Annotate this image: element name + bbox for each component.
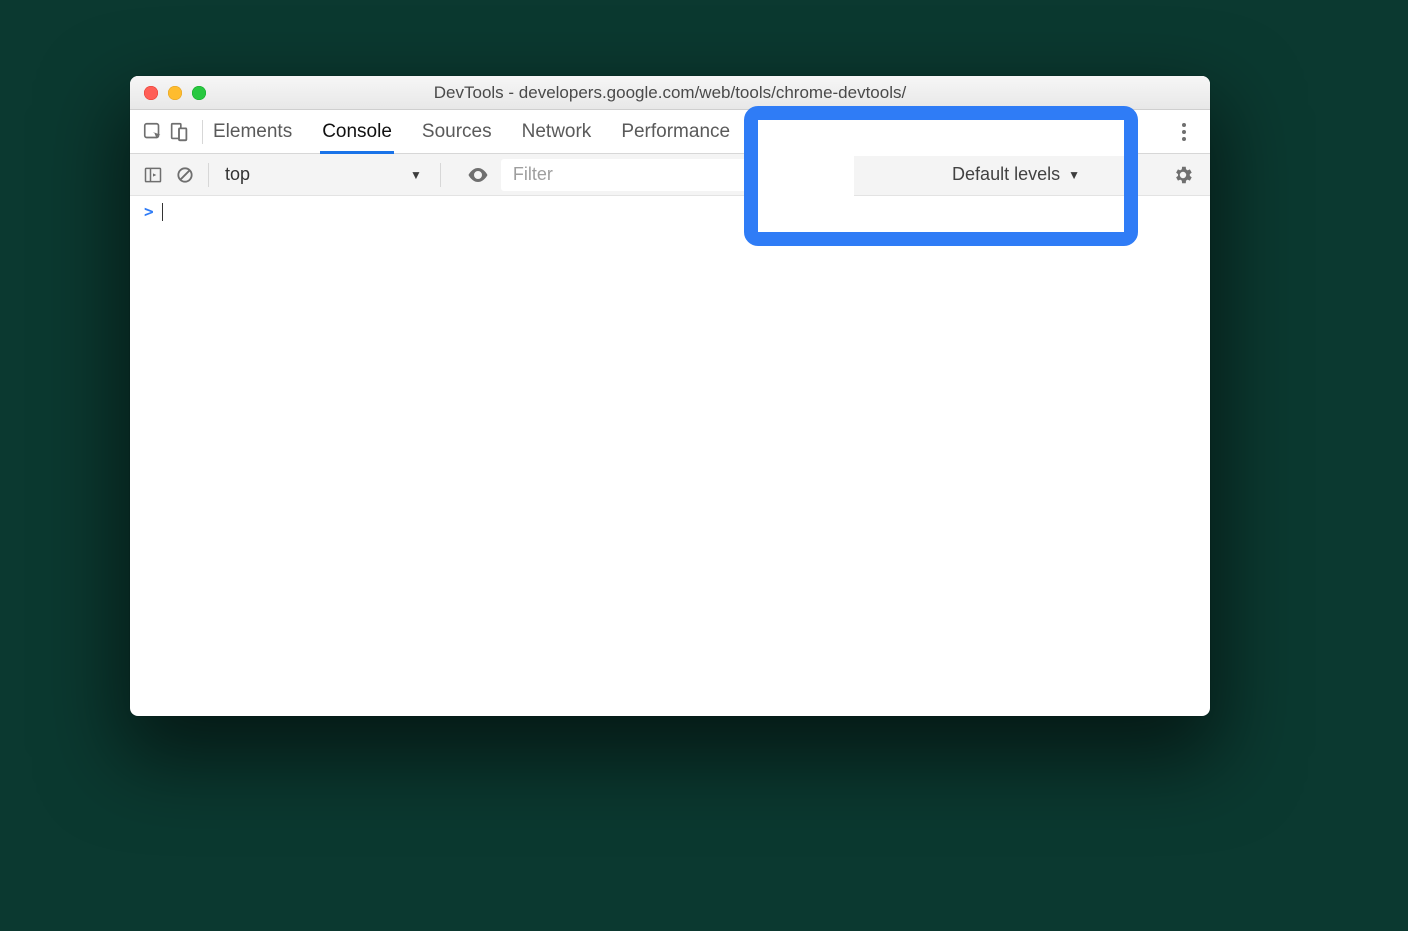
prompt-chevron-icon: > [144,202,154,221]
execution-context-selector[interactable]: top ▼ [225,164,422,185]
separator [202,120,203,144]
separator [208,163,209,187]
window-titlebar: DevTools - developers.google.com/web/too… [130,76,1210,110]
dropdown-triangle-icon: ▼ [1068,168,1080,182]
tab-elements[interactable]: Elements [213,110,292,153]
dropdown-triangle-icon: ▼ [410,168,422,182]
highlight-mask [758,120,1126,156]
highlight-mask [758,154,854,196]
window-title: DevTools - developers.google.com/web/too… [130,83,1210,103]
inspect-element-icon[interactable] [140,119,166,145]
log-levels-label: Default levels [952,164,1060,185]
filter-field[interactable] [501,159,757,191]
window-controls [130,86,206,100]
separator [440,163,441,187]
window-maximize-button[interactable] [192,86,206,100]
context-label: top [225,164,250,185]
toggle-console-sidebar-icon[interactable] [140,162,166,188]
live-expression-icon[interactable] [465,162,491,188]
devtools-window: DevTools - developers.google.com/web/too… [130,76,1210,716]
log-levels-dropdown[interactable]: Default levels ▼ [952,164,1200,185]
tab-console[interactable]: Console [322,110,392,153]
tab-performance[interactable]: Performance [621,110,730,153]
highlight-mask [758,196,1126,240]
tab-network[interactable]: Network [522,110,592,153]
more-options-icon[interactable] [1174,119,1200,145]
window-close-button[interactable] [144,86,158,100]
clear-console-icon[interactable] [172,162,198,188]
tab-sources[interactable]: Sources [422,110,492,153]
device-toolbar-icon[interactable] [166,119,192,145]
console-settings-icon[interactable] [1170,162,1196,188]
text-cursor [162,203,163,221]
console-toolbar: top ▼ Default levels ▼ [130,154,1210,196]
filter-input[interactable] [511,163,747,186]
window-minimize-button[interactable] [168,86,182,100]
